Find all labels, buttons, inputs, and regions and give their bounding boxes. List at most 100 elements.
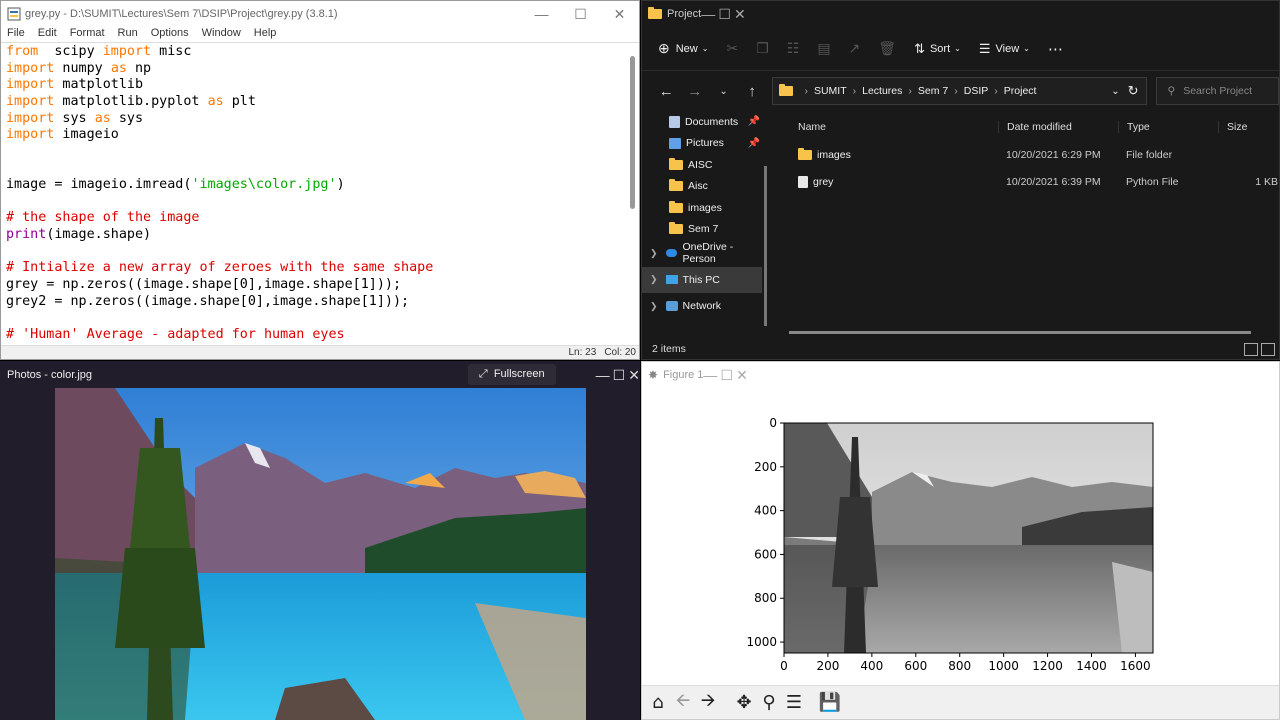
- figure-titlebar[interactable]: ✸ Figure 1 — ☐ ✕: [642, 362, 1279, 387]
- file-row[interactable]: images 10/20/2021 6:29 PM File folder: [788, 141, 1279, 169]
- editor-scrollbar[interactable]: [630, 56, 635, 209]
- back-icon[interactable]: 🡨: [671, 690, 695, 715]
- menu-run[interactable]: Run: [118, 27, 138, 42]
- zoom-icon[interactable]: ⚲: [757, 691, 781, 715]
- breadcrumb-dsip[interactable]: DSIP: [964, 85, 989, 97]
- rename-icon[interactable]: ▤: [817, 40, 830, 57]
- close-icon[interactable]: ✕: [600, 1, 639, 27]
- code-token: as: [207, 93, 224, 109]
- minimize-icon[interactable]: —: [596, 367, 610, 383]
- code-editor[interactable]: from scipy import misc import numpy as np…: [6, 44, 625, 344]
- nav-item-label: Pictures: [686, 137, 724, 150]
- chevron-right-icon[interactable]: ❯: [650, 274, 658, 285]
- nav-item-label: Aisc: [688, 180, 708, 193]
- breadcrumb-project[interactable]: Project: [1004, 85, 1037, 97]
- breadcrumb-sumit[interactable]: SUMIT: [814, 85, 847, 97]
- navigation-scrollbar[interactable]: [764, 166, 767, 326]
- menu-format[interactable]: Format: [70, 27, 105, 42]
- refresh-icon[interactable]: ↻: [1128, 83, 1139, 99]
- code-token: grey = np.zeros((image.shape[0],image.sh…: [6, 276, 402, 292]
- explorer-titlebar[interactable]: Project — ☐ ✕: [642, 1, 1279, 27]
- idle-titlebar[interactable]: grey.py - D:\SUMIT\Lectures\Sem 7\DSIP\P…: [1, 1, 639, 27]
- recent-chevron-icon[interactable]: ⌄: [709, 86, 738, 97]
- explorer-status: 2 items: [652, 343, 686, 355]
- maximize-icon[interactable]: ☐: [718, 6, 731, 22]
- maximize-icon[interactable]: ☐: [720, 367, 733, 383]
- nav-group-network[interactable]: ❯ Network: [642, 293, 762, 320]
- menu-edit[interactable]: Edit: [38, 27, 57, 42]
- share-icon[interactable]: ↗: [849, 40, 861, 57]
- chevron-right-icon[interactable]: ❯: [650, 248, 658, 259]
- nav-item-pictures[interactable]: Pictures 📌: [642, 133, 762, 155]
- cut-icon[interactable]: ✂: [726, 40, 738, 57]
- pan-icon[interactable]: ✥: [732, 691, 756, 715]
- save-icon[interactable]: 💾: [818, 691, 842, 715]
- code-line: # 'Human' Average - adapted for human ey…: [6, 327, 625, 344]
- details-view-icon[interactable]: [1244, 343, 1258, 356]
- configure-subplots-icon[interactable]: ☰: [782, 691, 806, 715]
- home-icon[interactable]: ⌂: [646, 691, 670, 715]
- new-button[interactable]: ⊕ New ⌄: [658, 40, 708, 57]
- idle-editor-window[interactable]: grey.py - D:\SUMIT\Lectures\Sem 7\DSIP\P…: [0, 0, 640, 360]
- chevron-right-icon[interactable]: ❯: [650, 301, 658, 312]
- nav-item-aisc[interactable]: Aisc: [642, 176, 762, 198]
- figure-window-title: Figure 1: [663, 368, 704, 381]
- file-list-scrollbar[interactable]: [789, 331, 1251, 334]
- more-options-button[interactable]: ⋯: [1048, 40, 1063, 58]
- close-icon[interactable]: ✕: [736, 367, 748, 383]
- copy-icon[interactable]: ❐: [756, 40, 769, 57]
- code-token: image = imageio.imread(: [6, 177, 192, 193]
- nav-group-onedrive[interactable]: ❯ OneDrive - Person: [642, 240, 762, 267]
- file-explorer-window[interactable]: Project — ☐ ✕ ⊕ New ⌄ ✂ ❐ ☷ ▤ ↗ 🗑 ⇅ Sort…: [641, 0, 1280, 360]
- back-arrow-icon[interactable]: ←: [652, 83, 681, 100]
- code-token: import: [6, 110, 55, 126]
- address-dropdown-icon[interactable]: ⌄: [1111, 86, 1119, 97]
- sort-icon: ⇅: [914, 40, 925, 56]
- file-list-header: Name Date modified Type Size: [788, 113, 1279, 141]
- menu-options[interactable]: Options: [151, 27, 189, 42]
- maximize-icon[interactable]: ☐: [561, 1, 600, 27]
- file-row[interactable]: grey 10/20/2021 6:39 PM Python File 1 KB: [788, 169, 1279, 197]
- forward-icon[interactable]: 🡪: [696, 690, 720, 715]
- column-header-name[interactable]: Name: [788, 121, 998, 133]
- matplotlib-figure-window[interactable]: ✸ Figure 1 — ☐ ✕ 0 200 400 600 800 1000 …: [641, 361, 1280, 720]
- nav-item-sem7[interactable]: Sem 7: [642, 219, 762, 241]
- close-icon[interactable]: ✕: [734, 6, 746, 22]
- nav-item-aisc-upper[interactable]: AISC: [642, 154, 762, 176]
- nav-group-this-pc[interactable]: ❯ This PC: [642, 266, 762, 293]
- menu-window[interactable]: Window: [202, 27, 241, 42]
- minimize-icon[interactable]: —: [703, 367, 717, 383]
- nav-item-images[interactable]: images: [642, 197, 762, 219]
- photos-window[interactable]: Photos - color.jpg ⤢ Fullscreen — ☐ ✕: [0, 361, 640, 720]
- column-header-size[interactable]: Size: [1218, 121, 1278, 133]
- minimize-icon[interactable]: —: [522, 1, 561, 27]
- menu-help[interactable]: Help: [254, 27, 277, 42]
- python-file-icon: [7, 7, 21, 21]
- delete-icon[interactable]: 🗑: [878, 40, 896, 57]
- sort-button[interactable]: ⇅ Sort ⌄: [914, 41, 961, 57]
- tiles-view-icon[interactable]: [1261, 343, 1275, 356]
- fullscreen-button[interactable]: ⤢ Fullscreen: [467, 364, 556, 385]
- column-header-type[interactable]: Type: [1118, 121, 1218, 133]
- address-bar[interactable]: › SUMIT › Lectures › Sem 7 › DSIP › Proj…: [772, 77, 1148, 105]
- forward-arrow-icon[interactable]: →: [681, 83, 710, 100]
- photos-titlebar[interactable]: Photos - color.jpg ⤢ Fullscreen — ☐ ✕: [0, 361, 640, 388]
- search-box[interactable]: ⚲ Search Project: [1156, 77, 1279, 105]
- column-number: Col: 20: [604, 347, 636, 358]
- view-icon: ☰: [978, 40, 991, 56]
- menu-file[interactable]: File: [7, 27, 25, 42]
- nav-item-documents[interactable]: Documents 📌: [642, 111, 762, 133]
- close-icon[interactable]: ✕: [628, 367, 640, 383]
- code-line: grey2 = np.zeros((image.shape[0],image.s…: [6, 294, 625, 311]
- minimize-icon[interactable]: —: [701, 6, 715, 22]
- breadcrumb-sem7[interactable]: Sem 7: [918, 85, 948, 97]
- paste-icon[interactable]: ☷: [787, 40, 800, 57]
- breadcrumb-lectures[interactable]: Lectures: [862, 85, 902, 97]
- code-line: print(image.shape): [6, 227, 625, 244]
- up-arrow-icon[interactable]: ↑: [738, 83, 767, 100]
- view-button[interactable]: ☰ View ⌄: [979, 41, 1030, 57]
- maximize-icon[interactable]: ☐: [613, 367, 626, 383]
- figure-canvas[interactable]: 0 200 400 600 800 1000 1200 1400 1600 0 200 400 600…: [642, 387, 1279, 687]
- column-header-date[interactable]: Date modified: [998, 121, 1118, 133]
